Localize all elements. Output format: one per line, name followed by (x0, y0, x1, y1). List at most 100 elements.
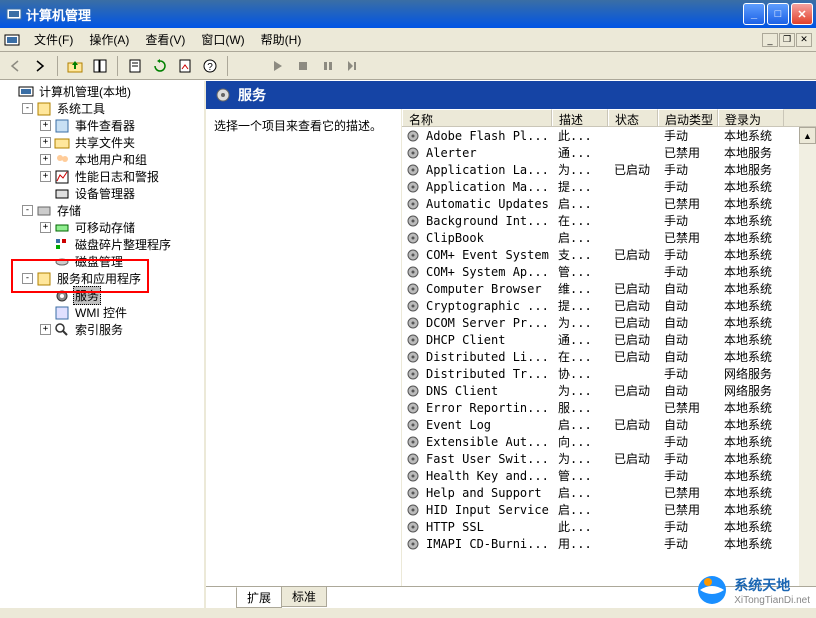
col-name[interactable]: 名称 (402, 109, 552, 126)
minimize-button[interactable]: _ (743, 3, 765, 25)
service-row[interactable]: Help and Support启...已禁用本地系统 (402, 484, 816, 501)
service-row[interactable]: Adobe Flash Pl...此...手动本地系统 (402, 127, 816, 144)
tab-extended[interactable]: 扩展 (236, 587, 282, 608)
mdi-restore-button[interactable]: ❐ (779, 33, 795, 47)
service-row[interactable]: Background Int...在...手动本地系统 (402, 212, 816, 229)
menu-window[interactable]: 窗口(W) (193, 28, 252, 51)
service-row[interactable]: HTTP SSL此...手动本地系统 (402, 518, 816, 535)
service-row[interactable]: Alerter通...已禁用本地服务 (402, 144, 816, 161)
tree-label: 系统工具 (55, 100, 107, 117)
expand-icon[interactable]: + (40, 171, 51, 182)
service-row[interactable]: Fast User Swit...为...已启动手动本地系统 (402, 450, 816, 467)
service-row[interactable]: Event Log启...已启动自动本地系统 (402, 416, 816, 433)
service-row[interactable]: COM+ System Ap...管...手动本地系统 (402, 263, 816, 280)
mdi-minimize-button[interactable]: _ (762, 33, 778, 47)
tree-services[interactable]: 服务 (38, 287, 202, 304)
details-pane: 服务 选择一个项目来查看它的描述。 名称 描述 状态 启动类型 登录为 Adob… (206, 81, 816, 608)
expand-icon[interactable]: + (40, 222, 51, 233)
service-desc: 用... (554, 535, 610, 552)
service-row[interactable]: HID Input Service启...已禁用本地系统 (402, 501, 816, 518)
tree-defrag[interactable]: 磁盘碎片整理程序 (38, 236, 202, 253)
service-row[interactable]: Error Reportin...服...已禁用本地系统 (402, 399, 816, 416)
service-row[interactable]: Cryptographic ...提...已启动自动本地系统 (402, 297, 816, 314)
expand-icon[interactable]: + (40, 154, 51, 165)
tree-shared-folders[interactable]: +共享文件夹 (38, 134, 202, 151)
tree-local-users[interactable]: +本地用户和组 (38, 151, 202, 168)
tree-services-apps[interactable]: - 服务和应用程序 (20, 270, 202, 287)
expand-icon[interactable]: + (40, 324, 51, 335)
play-button[interactable] (267, 55, 289, 77)
service-logon: 本地系统 (720, 501, 786, 518)
forward-button[interactable] (29, 55, 51, 77)
stop-button[interactable] (292, 55, 314, 77)
menu-file[interactable]: 文件(F) (26, 28, 81, 51)
service-row[interactable]: DCOM Server Pr...为...已启动自动本地系统 (402, 314, 816, 331)
services-list[interactable]: 名称 描述 状态 启动类型 登录为 Adobe Flash Pl...此...手… (402, 109, 816, 586)
service-row[interactable]: Automatic Updates启...已禁用本地系统 (402, 195, 816, 212)
service-row[interactable]: DHCP Client通...已启动自动本地系统 (402, 331, 816, 348)
tree-device-manager[interactable]: 设备管理器 (38, 185, 202, 202)
col-desc[interactable]: 描述 (552, 109, 608, 126)
help-button[interactable]: ? (199, 55, 221, 77)
back-button[interactable] (4, 55, 26, 77)
service-row[interactable]: Computer Browser维...已启动自动本地系统 (402, 280, 816, 297)
tree-pane[interactable]: 计算机管理(本地) - 系统工具 +事件查看器 +共享文件夹 +本地用户和组 (0, 81, 206, 608)
service-row[interactable]: COM+ Event System支...已启动手动本地系统 (402, 246, 816, 263)
tree-disk-management[interactable]: 磁盘管理 (38, 253, 202, 270)
collapse-icon[interactable]: - (22, 205, 33, 216)
service-row[interactable]: Extensible Aut...向...手动本地系统 (402, 433, 816, 450)
defrag-icon (54, 237, 70, 253)
refresh-button[interactable] (149, 55, 171, 77)
menu-help[interactable]: 帮助(H) (253, 28, 310, 51)
col-logon[interactable]: 登录为 (718, 109, 784, 126)
pause-button[interactable] (317, 55, 339, 77)
service-row[interactable]: Health Key and...管...手动本地系统 (402, 467, 816, 484)
service-row[interactable]: Application La...为...已启动手动本地服务 (402, 161, 816, 178)
tree-indexing[interactable]: +索引服务 (38, 321, 202, 338)
up-button[interactable] (64, 55, 86, 77)
collapse-icon[interactable]: - (22, 103, 33, 114)
restart-button[interactable] (342, 55, 364, 77)
export-button[interactable] (174, 55, 196, 77)
service-row[interactable]: DNS Client为...已启动自动网络服务 (402, 382, 816, 399)
tree-event-viewer[interactable]: +事件查看器 (38, 117, 202, 134)
service-startup: 已禁用 (660, 229, 720, 246)
service-desc: 提... (554, 297, 610, 314)
tree-root[interactable]: 计算机管理(本地) (2, 83, 202, 100)
expand-icon[interactable]: + (40, 120, 51, 131)
scroll-up-button[interactable]: ▲ (799, 127, 816, 144)
service-name: DNS Client (422, 384, 554, 398)
col-status[interactable]: 状态 (608, 109, 658, 126)
menu-action[interactable]: 操作(A) (81, 28, 137, 51)
service-row[interactable]: IMAPI CD-Burni...用...手动本地系统 (402, 535, 816, 552)
service-row[interactable]: Distributed Li...在...已启动自动本地系统 (402, 348, 816, 365)
tree-storage[interactable]: - 存储 (20, 202, 202, 219)
show-hide-tree-button[interactable] (89, 55, 111, 77)
tree-system-tools[interactable]: - 系统工具 (20, 100, 202, 117)
mdi-close-button[interactable]: ✕ (796, 33, 812, 47)
service-logon: 本地系统 (720, 450, 786, 467)
tree-wmi[interactable]: WMI 控件 (38, 304, 202, 321)
service-row[interactable]: ClipBook启...已禁用本地系统 (402, 229, 816, 246)
collapse-icon[interactable]: - (22, 273, 33, 284)
tree-removable-storage[interactable]: +可移动存储 (38, 219, 202, 236)
service-row[interactable]: Distributed Tr...协...手动网络服务 (402, 365, 816, 382)
maximize-button[interactable]: □ (767, 3, 789, 25)
service-name: COM+ Event System (422, 248, 554, 262)
gear-icon (406, 197, 420, 211)
tab-standard[interactable]: 标准 (281, 587, 327, 607)
gear-icon (406, 333, 420, 347)
service-name: DCOM Server Pr... (422, 316, 554, 330)
tree-performance[interactable]: +性能日志和警报 (38, 168, 202, 185)
service-startup: 已禁用 (660, 484, 720, 501)
menu-view[interactable]: 查看(V) (137, 28, 193, 51)
expand-icon[interactable]: + (40, 137, 51, 148)
close-button[interactable]: ✕ (791, 3, 813, 25)
scrollbar-track[interactable] (799, 144, 816, 586)
service-row[interactable]: Application Ma...提...手动本地系统 (402, 178, 816, 195)
service-startup: 手动 (660, 161, 720, 178)
service-name: Adobe Flash Pl... (422, 129, 554, 143)
gear-icon (406, 469, 420, 483)
properties-button[interactable] (124, 55, 146, 77)
col-startup[interactable]: 启动类型 (658, 109, 718, 126)
